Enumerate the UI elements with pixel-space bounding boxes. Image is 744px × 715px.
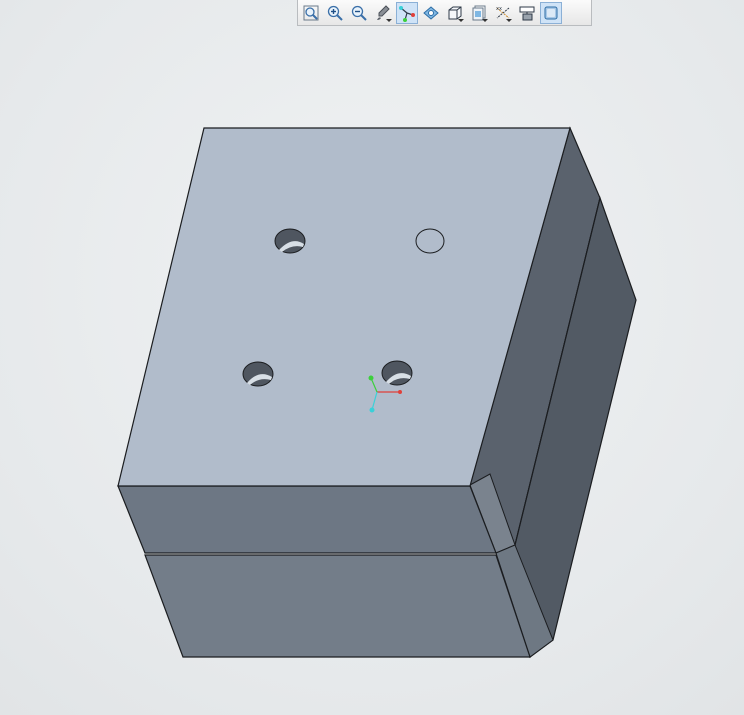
spin-center-icon (399, 5, 415, 22)
hole-top-right (415, 228, 445, 254)
hole-bottom-right (381, 360, 413, 386)
hole-top-left (274, 228, 306, 254)
view-manager-icon (423, 5, 439, 20)
zoom-in-button[interactable] (324, 2, 346, 24)
zoom-fit-icon (303, 5, 319, 20)
repaint-button[interactable] (372, 2, 394, 24)
graphics-toolbar: xx (297, 0, 592, 26)
shaded-view-icon (544, 6, 558, 19)
dropdown-arrow-icon (386, 18, 392, 22)
display-style-button[interactable] (468, 2, 490, 24)
zoom-fit-button[interactable] (300, 2, 322, 24)
dropdown-arrow-icon (458, 18, 464, 22)
dropdown-arrow-icon (506, 18, 512, 22)
annotation-display-button[interactable] (516, 2, 538, 24)
annotation-display-icon (519, 6, 535, 20)
datum-display-button[interactable]: xx (492, 2, 514, 24)
svg-text:xx: xx (496, 6, 502, 12)
front-face-lower (144, 554, 531, 658)
graphics-viewport[interactable]: xx (0, 0, 744, 715)
zoom-out-icon (351, 5, 367, 21)
shaded-view-button[interactable] (540, 1, 562, 24)
front-face-upper (117, 485, 497, 554)
zoom-out-button[interactable] (348, 2, 370, 24)
hole-bottom-left (242, 361, 274, 387)
view-manager-button[interactable] (420, 2, 442, 24)
dropdown-arrow-icon (482, 18, 488, 22)
saved-views-button[interactable] (444, 2, 466, 24)
3d-model-view[interactable] (0, 0, 744, 715)
zoom-in-icon (327, 5, 343, 21)
spin-center-button[interactable] (396, 1, 418, 24)
